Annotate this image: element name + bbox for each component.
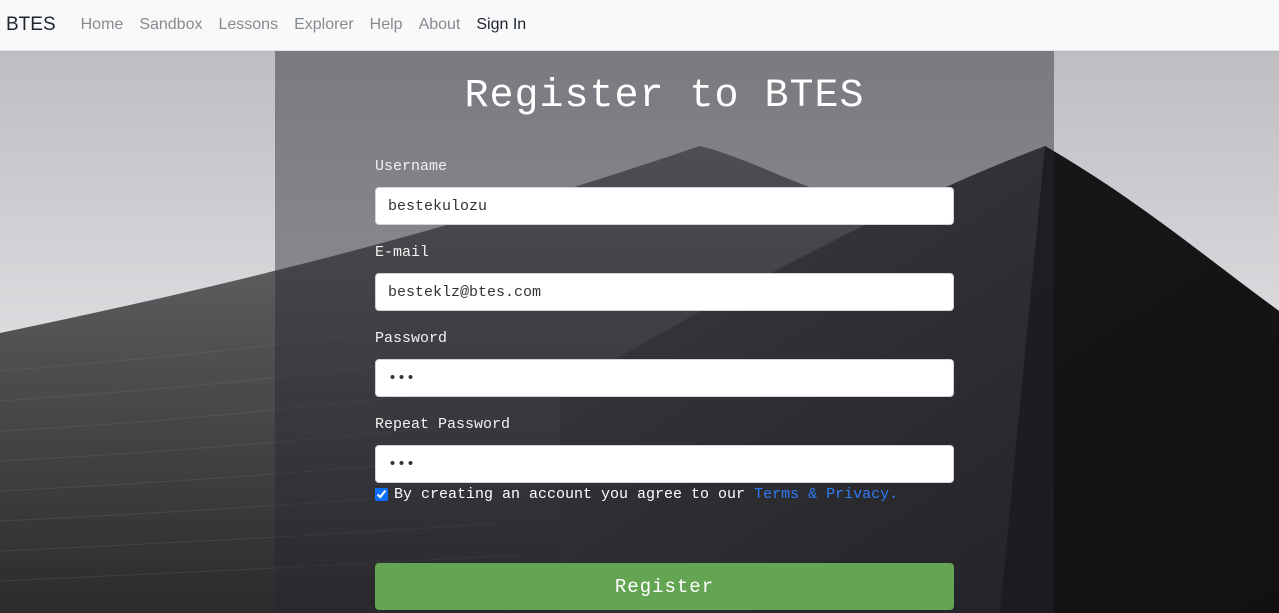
terms-agreement-text: By creating an account you agree to our (394, 486, 746, 503)
nav-link-sign-in[interactable]: Sign In (476, 16, 526, 34)
nav-link-home[interactable]: Home (81, 16, 124, 34)
email-label: E-mail (375, 244, 430, 261)
terms-privacy-link[interactable]: Terms & Privacy. (754, 486, 898, 503)
terms-agreement-row: By creating an account you agree to our … (375, 486, 898, 503)
top-navbar: BTES Home Sandbox Lessons Explorer Help … (0, 0, 1279, 51)
username-input[interactable] (375, 187, 954, 225)
page-title: Register to BTES (464, 74, 865, 119)
brand-logo-link[interactable]: BTES (6, 14, 56, 36)
password-input[interactable] (375, 359, 954, 397)
password-label: Password (375, 330, 448, 347)
nav-link-lessons[interactable]: Lessons (218, 16, 278, 34)
repeat-password-label: Repeat Password (375, 416, 511, 433)
email-input[interactable] (375, 273, 954, 311)
nav-link-sandbox[interactable]: Sandbox (139, 16, 202, 34)
nav-link-help[interactable]: Help (370, 16, 403, 34)
terms-checkbox[interactable] (375, 488, 388, 501)
nav-link-about[interactable]: About (419, 16, 461, 34)
register-button[interactable]: Register (375, 563, 954, 610)
repeat-password-input[interactable] (375, 445, 954, 483)
nav-link-explorer[interactable]: Explorer (294, 16, 354, 34)
username-label: Username (375, 158, 448, 175)
